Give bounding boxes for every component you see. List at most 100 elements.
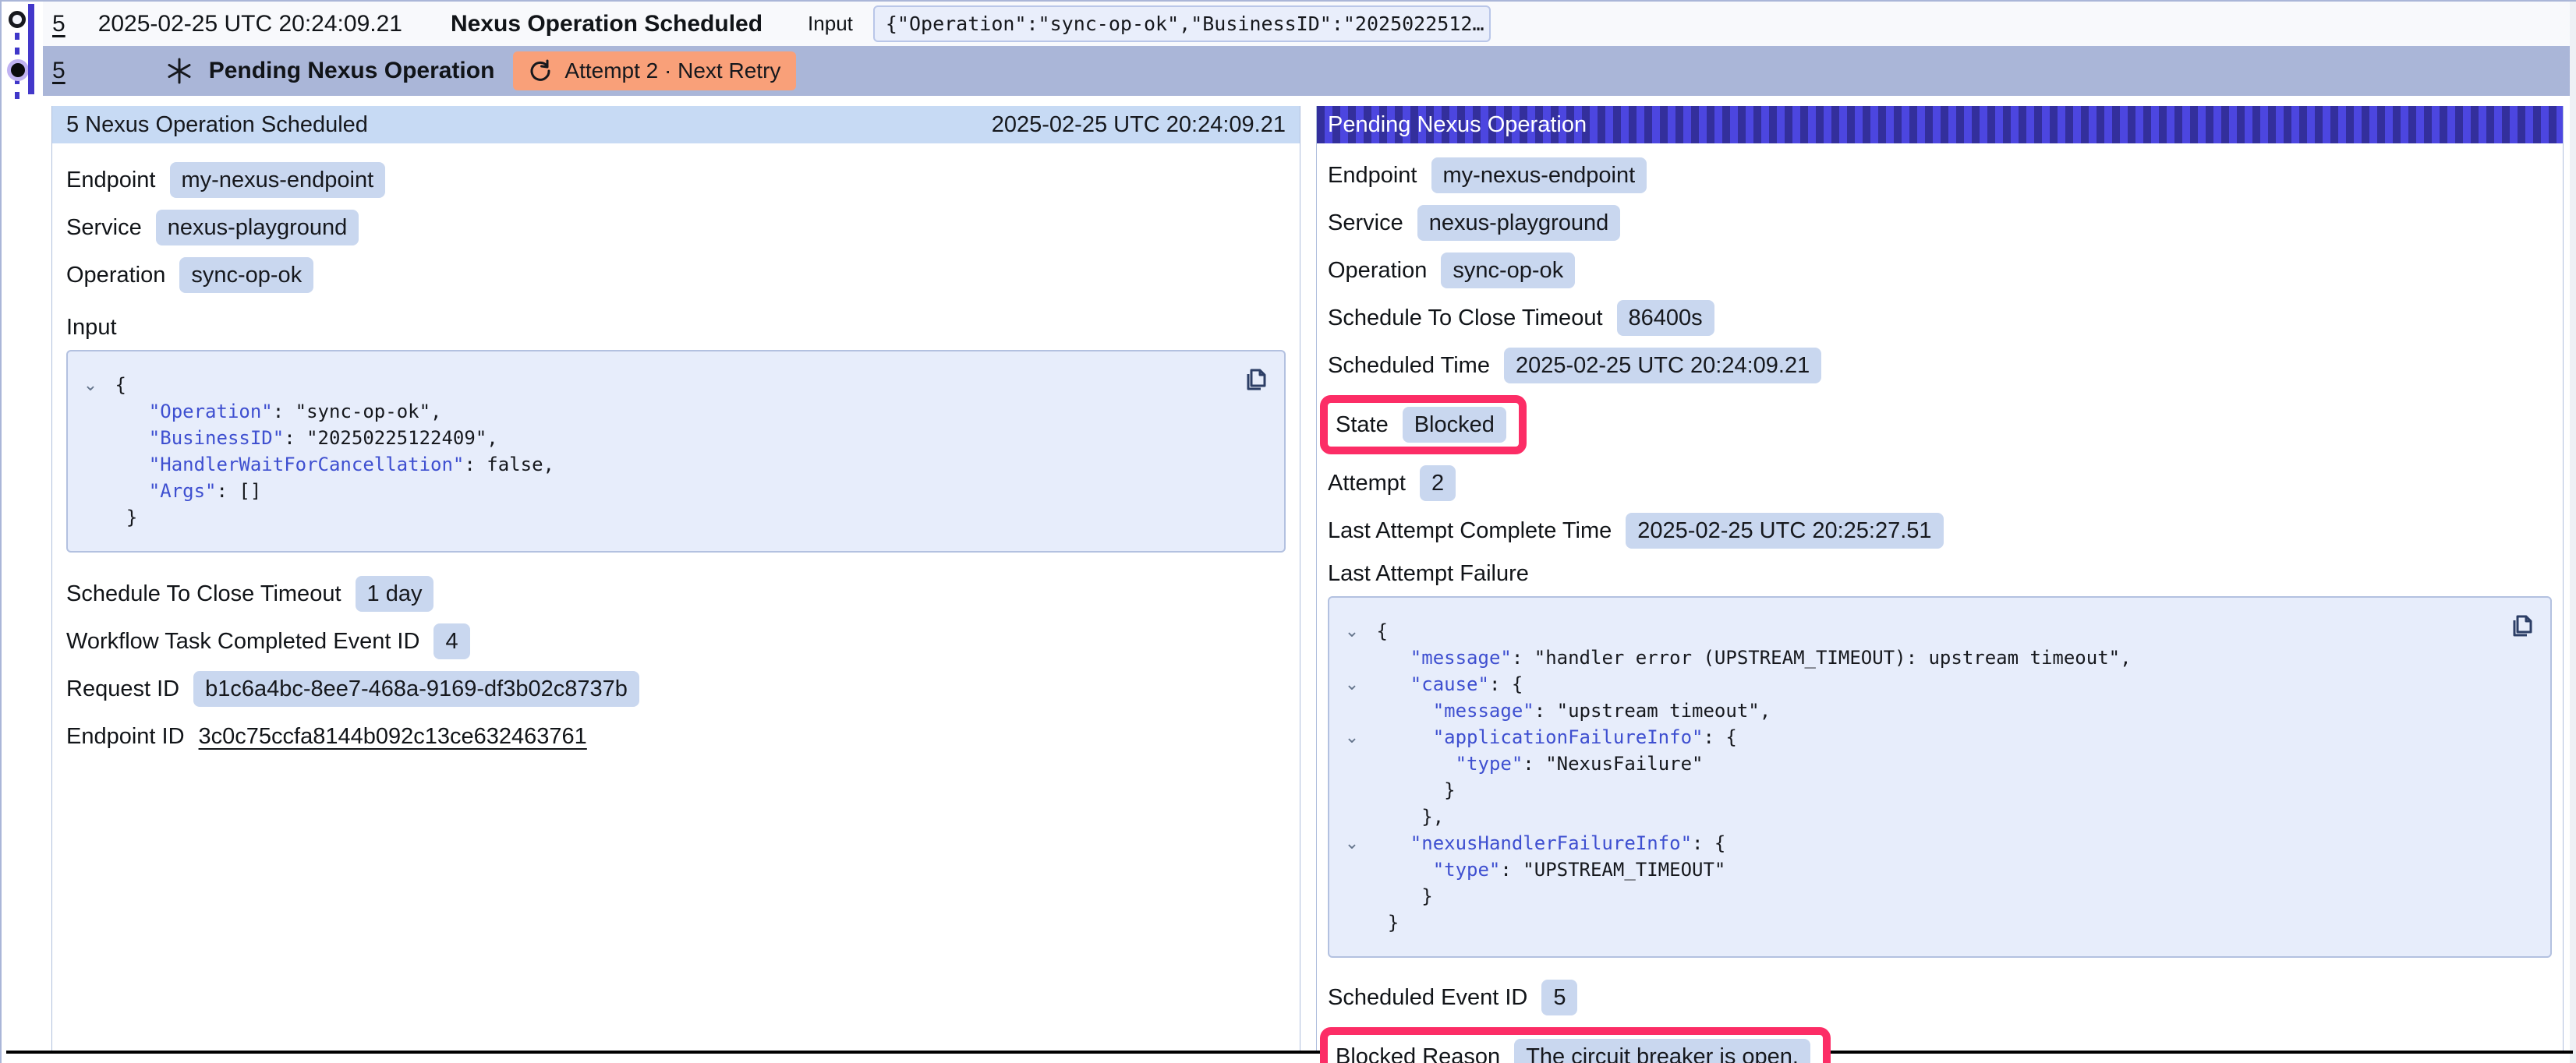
field-value-badge: 2025-02-25 UTC 20:24:09.21 [1504,348,1821,383]
field-operation: Operation sync-op-ok [66,257,1286,293]
event-detail-panel-time: 2025-02-25 UTC 20:24:09.21 [992,112,1286,138]
field-label: State [1336,412,1389,438]
field-label: Service [1328,210,1403,236]
field-value-badge: my-nexus-endpoint [170,162,386,198]
blocked-reason-highlight-box: Blocked Reason The circuit breaker is op… [1320,1027,1831,1063]
chevron-down-icon [1339,883,1365,909]
field-value-badge: b1c6a4bc-8ee7-468a-9169-df3b02c8737b [193,671,639,707]
field-value-badge: 86400s [1617,300,1714,336]
chevron-down-icon [1339,697,1365,724]
attempt-retry-badge-label: Attempt 2 · Next Retry [564,58,780,83]
timeline-filled-dot-icon [7,59,29,81]
chevron-down-icon [1339,909,1365,936]
chevron-down-icon[interactable]: ⌄ [1339,830,1365,856]
field-blocked-reason: Blocked Reason The circuit breaker is op… [1336,1039,1810,1063]
chevron-down-icon[interactable]: ⌄ [77,372,104,398]
event-timestamp: 2025-02-25 UTC 20:24:09.21 [98,11,402,37]
field-value-badge: nexus-playground [1417,205,1621,241]
input-section-label: Input [66,315,1286,341]
event-detail-panel: 5 Nexus Operation Scheduled 2025-02-25 U… [51,106,1300,1052]
attempt-retry-badge: Attempt 2 · Next Retry [513,51,796,90]
pending-title: Pending Nexus Operation [209,58,495,84]
event-detail-panel-header: 5 Nexus Operation Scheduled 2025-02-25 U… [52,106,1300,143]
pending-id-link[interactable]: 5 [52,58,65,84]
field-value-badge: my-nexus-endpoint [1431,157,1647,193]
field-last-attempt-complete-time: Last Attempt Complete Time 2025-02-25 UT… [1328,513,2552,549]
field-operation: Operation sync-op-ok [1328,253,2552,288]
field-workflow-task-completed-event-id: Workflow Task Completed Event ID 4 [66,623,1286,659]
page-left-border [0,2,2,1063]
field-label: Scheduled Time [1328,353,1490,379]
failure-json-viewer: ⌄{"message": "handler error (UPSTREAM_TI… [1328,596,2552,958]
field-schedule-to-close-timeout: Schedule To Close Timeout 86400s [1328,300,2552,336]
field-label: Operation [66,263,165,288]
field-schedule-to-close-timeout: Schedule To Close Timeout 1 day [66,576,1286,612]
asterisk-icon [165,57,193,85]
event-input-label: Input [808,12,853,36]
endpoint-id-link[interactable]: 3c0c75ccfa8144b092c13ce632463761 [199,724,587,750]
field-label: Endpoint ID [66,724,185,750]
field-value-badge: 4 [433,623,469,659]
chevron-down-icon [1339,750,1365,777]
field-scheduled-event-id: Scheduled Event ID 5 [1328,980,2552,1015]
history-expanded-view: 5 2025-02-25 UTC 20:24:09.21 Nexus Opera… [0,0,2576,1063]
field-label: Scheduled Event ID [1328,985,1527,1011]
input-json-viewer: ⌄{"Operation": "sync-op-ok","BusinessID"… [66,350,1286,553]
chevron-down-icon [1339,856,1365,883]
copy-icon[interactable] [1240,362,1272,394]
field-label: Request ID [66,676,179,702]
chevron-down-icon[interactable]: ⌄ [1339,618,1365,645]
field-value-badge: 5 [1541,980,1577,1015]
state-highlight-box: State Blocked [1320,395,1527,454]
field-state: State Blocked [1336,407,1506,443]
field-label: Blocked Reason [1336,1044,1500,1063]
field-endpoint-id: Endpoint ID 3c0c75ccfa8144b092c13ce63246… [66,719,1286,754]
field-label: Endpoint [1328,163,1417,189]
pending-operation-panel-title: Pending Nexus Operation [1328,112,1587,138]
state-badge: Blocked [1403,407,1506,443]
chevron-down-icon [77,478,104,504]
retry-icon [529,59,552,83]
pending-nexus-operation-row[interactable]: 5 Pending Nexus Operation Attempt 2 · Ne… [43,46,2570,96]
chevron-down-icon [77,398,104,425]
field-endpoint: Endpoint my-nexus-endpoint [1328,157,2552,193]
chevron-down-icon [1339,777,1365,803]
field-service: Service nexus-playground [66,210,1286,245]
field-label: Schedule To Close Timeout [66,581,341,607]
field-value-badge: nexus-playground [156,210,359,245]
event-input-preview-chip: {"Operation":"sync-op-ok","BusinessID":"… [873,5,1491,42]
event-detail-panel-title: 5 Nexus Operation Scheduled [66,112,368,138]
scrollbar-gutter[interactable] [2570,2,2576,1063]
event-id-link[interactable]: 5 [52,11,65,37]
chevron-down-icon [77,425,104,451]
blocked-reason-badge: The circuit breaker is open. [1514,1039,1810,1063]
field-label: Last Attempt Complete Time [1328,518,1612,544]
field-value-badge: sync-op-ok [179,257,313,293]
field-label: Schedule To Close Timeout [1328,305,1603,331]
last-attempt-failure-label: Last Attempt Failure [1328,561,2552,587]
timeline-open-circle-icon [9,11,26,28]
field-endpoint: Endpoint my-nexus-endpoint [66,162,1286,198]
pending-operation-panel: Pending Nexus Operation Endpoint my-nexu… [1316,106,2564,1052]
field-value-badge: 1 day [356,576,434,612]
field-label: Service [66,215,142,241]
field-service: Service nexus-playground [1328,205,2552,241]
field-label: Attempt [1328,471,1406,496]
field-scheduled-time: Scheduled Time 2025-02-25 UTC 20:24:09.2… [1328,348,2552,383]
field-value-badge: 2025-02-25 UTC 20:25:27.51 [1626,513,1943,549]
field-label: Workflow Task Completed Event ID [66,629,419,655]
field-value-badge: 2 [1420,465,1456,501]
chevron-down-icon[interactable]: ⌄ [1339,724,1365,750]
chevron-down-icon [1339,645,1365,671]
event-title: Nexus Operation Scheduled [451,11,763,37]
field-attempt: Attempt 2 [1328,465,2552,501]
chevron-down-icon [77,451,104,478]
copy-icon[interactable] [2507,609,2538,640]
field-value-badge: sync-op-ok [1441,253,1575,288]
event-row-nexus-operation-scheduled[interactable]: 5 2025-02-25 UTC 20:24:09.21 Nexus Opera… [43,2,2570,46]
field-label: Operation [1328,258,1427,284]
view-bottom-divider [6,1051,2573,1054]
pending-operation-panel-header: Pending Nexus Operation [1317,106,2563,143]
field-label: Endpoint [66,168,156,193]
chevron-down-icon[interactable]: ⌄ [1339,671,1365,697]
